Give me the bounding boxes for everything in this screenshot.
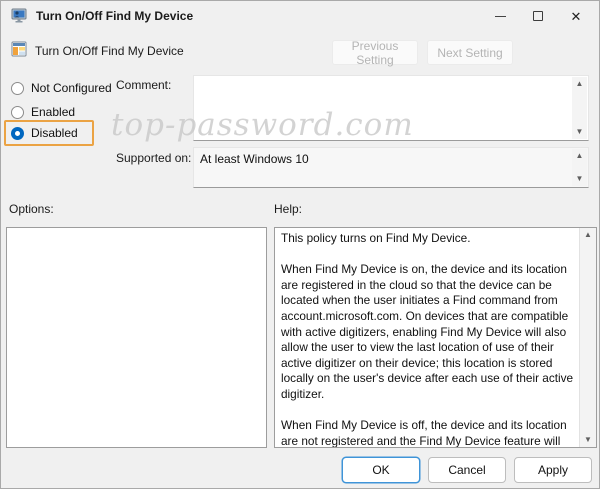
comment-scrollbar[interactable]: ▲ ▼ [572, 77, 587, 139]
policy-setting-window: Turn On/Off Find My Device ✕ Turn On/Off… [0, 0, 600, 489]
maximize-button[interactable] [519, 1, 557, 31]
apply-button[interactable]: Apply [514, 457, 592, 483]
maximize-icon [533, 11, 543, 21]
close-button[interactable]: ✕ [557, 1, 595, 31]
scroll-up-icon[interactable]: ▲ [584, 228, 592, 242]
gpedit-monitor-icon [11, 8, 27, 24]
radio-not-configured[interactable]: Not Configured [11, 81, 112, 95]
supported-scrollbar[interactable]: ▲ ▼ [572, 149, 587, 186]
window-controls: ✕ [481, 1, 595, 31]
radio-selected-icon [11, 127, 24, 140]
scroll-down-icon[interactable]: ▼ [576, 125, 584, 139]
minimize-icon [495, 16, 506, 17]
supported-on-value: At least Windows 10 [200, 152, 568, 166]
radio-enabled[interactable]: Enabled [11, 105, 75, 119]
previous-setting-button[interactable]: Previous Setting [332, 40, 418, 65]
ok-button[interactable]: OK [342, 457, 420, 483]
dialog-footer: OK Cancel Apply [342, 457, 592, 483]
close-icon: ✕ [571, 10, 582, 23]
comment-textarea[interactable]: ▲ ▼ [193, 75, 589, 141]
help-panel: This policy turns on Find My Device. Whe… [274, 227, 597, 448]
supported-on-label: Supported on: [116, 151, 191, 165]
window-title: Turn On/Off Find My Device [36, 9, 193, 23]
policy-header: Turn On/Off Find My Device Previous Sett… [1, 33, 599, 69]
radio-circle-icon [11, 82, 24, 95]
options-label: Options: [9, 202, 54, 216]
scroll-up-icon[interactable]: ▲ [576, 149, 584, 163]
policy-setting-icon [11, 41, 27, 57]
options-panel [6, 227, 267, 448]
next-setting-button[interactable]: Next Setting [427, 40, 513, 65]
radio-label: Enabled [31, 105, 75, 119]
radio-disabled-highlighted[interactable]: Disabled [4, 120, 94, 146]
help-scrollbar[interactable]: ▲ ▼ [579, 228, 596, 447]
radio-label: Not Configured [31, 81, 112, 95]
supported-on-textbox: At least Windows 10 ▲ ▼ [193, 147, 589, 188]
help-label: Help: [274, 202, 302, 216]
scroll-down-icon[interactable]: ▼ [584, 433, 592, 447]
scroll-down-icon[interactable]: ▼ [576, 172, 584, 186]
scroll-up-icon[interactable]: ▲ [576, 77, 584, 91]
title-bar: Turn On/Off Find My Device ✕ [1, 1, 599, 31]
minimize-button[interactable] [481, 1, 519, 31]
policy-name: Turn On/Off Find My Device [35, 44, 184, 58]
radio-label: Disabled [31, 126, 78, 140]
help-text: This policy turns on Find My Device. Whe… [275, 228, 579, 447]
cancel-button[interactable]: Cancel [428, 457, 506, 483]
comment-label: Comment: [116, 78, 171, 92]
radio-circle-icon [11, 106, 24, 119]
